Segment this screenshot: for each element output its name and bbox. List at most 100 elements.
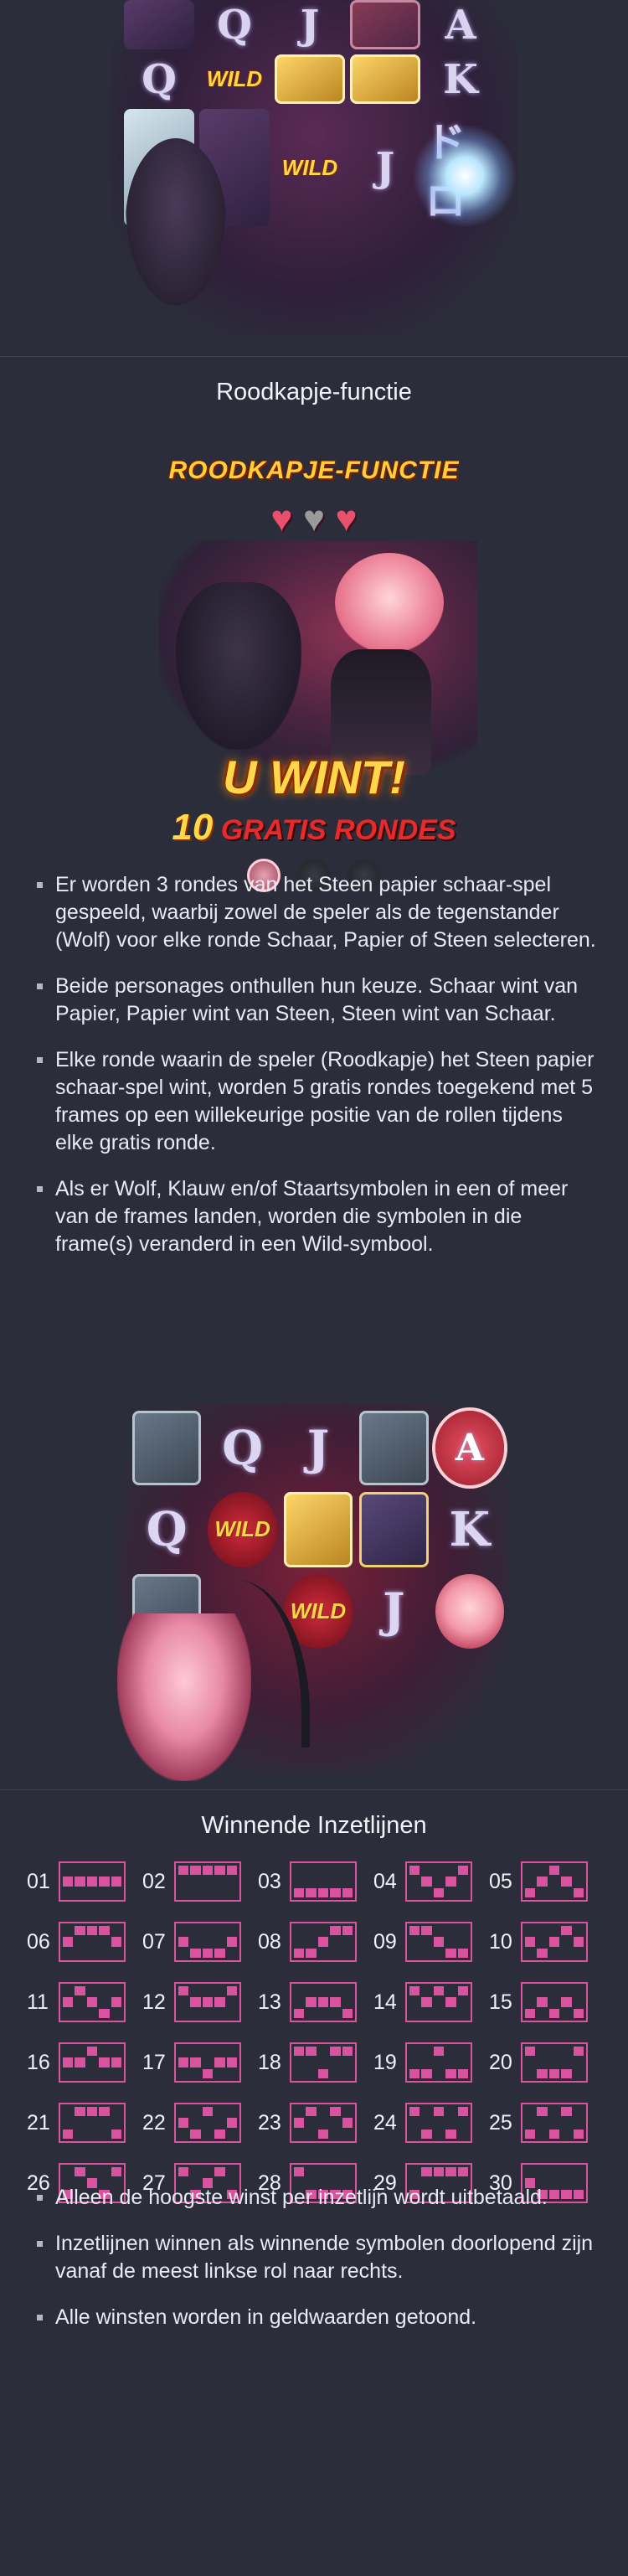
payline-cell xyxy=(525,1866,535,1875)
payline-cell xyxy=(203,1877,213,1886)
payline-cell xyxy=(111,1888,121,1897)
payline-cell xyxy=(342,1986,353,1995)
feature-section: Roodkapje-functie ROODKAPJE-FUNCTIE ♥ ♥ … xyxy=(0,357,628,1387)
payline-cell xyxy=(294,2129,304,2139)
payline-cell xyxy=(525,2069,535,2078)
payline-cell xyxy=(421,1997,432,2007)
payline-cell xyxy=(306,2069,316,2078)
payline-number: 06 xyxy=(27,1929,50,1954)
payline-item: 04 xyxy=(373,1861,489,1902)
payline-cell xyxy=(561,2129,571,2139)
payline-cell xyxy=(330,1986,340,1995)
payline-cell xyxy=(202,2068,214,2078)
payline-cell xyxy=(214,2047,224,2056)
payline-cell xyxy=(574,1877,584,1886)
payline-cell xyxy=(87,1888,97,1897)
payline-cell xyxy=(573,2129,584,2139)
payline-cell xyxy=(561,1888,571,1897)
payline-item: 24 xyxy=(373,2103,489,2143)
payline-cell xyxy=(574,1926,584,1935)
reel-symbol: J xyxy=(300,1,320,49)
payline-item: 02 xyxy=(142,1861,258,1902)
payline-cell xyxy=(75,1949,85,1958)
reel-symbol xyxy=(435,1573,504,1649)
payline-diagram xyxy=(59,2103,126,2143)
payline-cell xyxy=(342,2047,353,2057)
payline-diagram xyxy=(59,1982,126,2022)
payline-cell xyxy=(226,1986,237,1996)
wolf-character-art xyxy=(126,138,226,306)
payline-cell xyxy=(537,1926,547,1935)
payline-cell xyxy=(445,1866,456,1875)
payline-item: 03 xyxy=(258,1861,373,1902)
payline-cell xyxy=(434,1877,444,1886)
payline-cell xyxy=(86,1877,98,1887)
payline-item: 17 xyxy=(142,2042,258,2083)
payline-cell xyxy=(75,2069,85,2078)
payline-cell xyxy=(111,1997,121,2007)
payline-cell xyxy=(75,1888,85,1897)
payline-cell xyxy=(421,1986,431,1995)
payline-cell xyxy=(409,2057,420,2067)
payline-cell xyxy=(178,2047,188,2056)
payline-cell xyxy=(409,1888,420,1897)
payline-item: 11 xyxy=(27,1982,142,2022)
payline-cell xyxy=(537,2118,547,2127)
payline-cell xyxy=(537,2047,547,2056)
payline-cell xyxy=(190,1948,201,1958)
payline-cell xyxy=(342,1877,353,1886)
payline-item: 08 xyxy=(258,1922,373,1962)
payline-item: 09 xyxy=(373,1922,489,1962)
payline-cell xyxy=(434,1866,444,1875)
payline-cell xyxy=(421,2047,431,2056)
reel-symbol: Q xyxy=(222,1420,263,1476)
payline-cell xyxy=(537,2129,547,2139)
payline-cell xyxy=(537,1986,547,1995)
payline-cell xyxy=(342,2057,353,2067)
payline-number: 11 xyxy=(27,1990,49,2014)
list-item: Alleen de hoogste winst per inzetlijn wo… xyxy=(37,2184,603,2212)
payline-cell xyxy=(306,2118,316,2127)
payline-cell xyxy=(445,2068,456,2078)
footer-rules-section: Alleen de hoogste winst per inzetlijn wo… xyxy=(0,2142,628,2377)
payline-cell xyxy=(75,2107,85,2117)
payline-cell xyxy=(330,2047,341,2057)
payline-cell xyxy=(525,2129,536,2139)
payline-cell xyxy=(178,1866,189,1876)
red-riding-hood-art xyxy=(335,553,444,653)
payline-cell xyxy=(226,1937,237,1947)
payline-cell xyxy=(214,1997,225,2007)
free-spins-award: 10 GRATIS RONDES xyxy=(0,807,628,849)
payline-cell xyxy=(318,2107,328,2116)
payline-cell xyxy=(75,2129,85,2139)
payline-cell xyxy=(537,1888,547,1897)
payline-cell xyxy=(214,2107,224,2116)
payline-diagram xyxy=(290,1922,357,1962)
payline-cell xyxy=(458,2047,468,2056)
payline-cell xyxy=(202,1948,214,1958)
payline-cell xyxy=(227,2009,237,2018)
payline-cell xyxy=(434,2057,444,2067)
payline-cell xyxy=(434,2069,444,2078)
payline-cell xyxy=(525,2118,535,2127)
payline-cell xyxy=(63,2107,73,2116)
payline-cell xyxy=(330,1887,341,1897)
payline-cell xyxy=(190,1866,201,1876)
payline-cell xyxy=(63,1986,73,1995)
payline-number: 08 xyxy=(258,1929,281,1954)
payline-cell xyxy=(458,1997,468,2006)
payline-cell xyxy=(99,1888,109,1897)
payline-cell xyxy=(190,1986,200,1995)
payline-cell xyxy=(306,2047,317,2057)
payline-cell xyxy=(330,1949,340,1958)
payline-cell xyxy=(75,1937,85,1946)
payline-cell xyxy=(190,2009,200,2018)
payline-cell xyxy=(111,2107,121,2116)
payline-diagram xyxy=(521,2103,588,2143)
payline-number: 22 xyxy=(142,2110,166,2135)
win-text: U WINT! xyxy=(223,751,405,803)
payline-cell xyxy=(87,1986,97,1995)
payline-cell xyxy=(318,2118,328,2127)
payline-cell xyxy=(178,2129,188,2139)
payline-cell xyxy=(111,1866,121,1875)
